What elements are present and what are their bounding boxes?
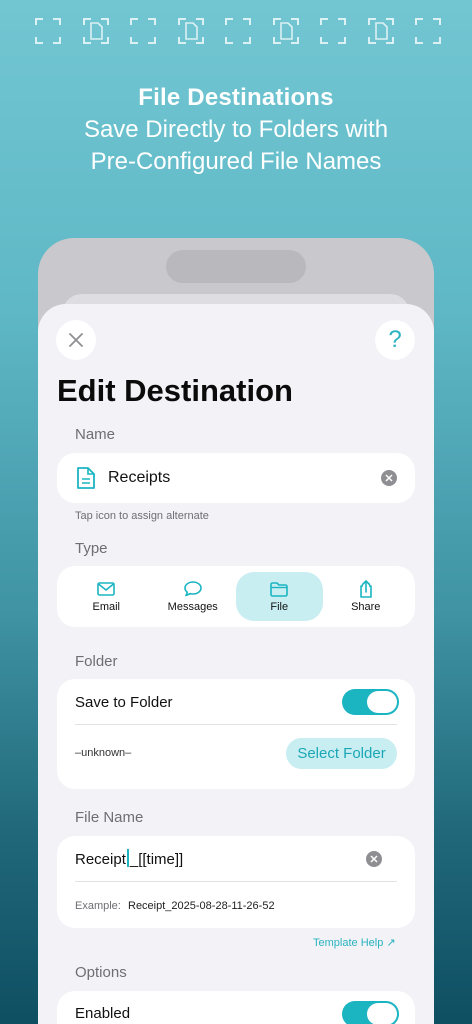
file-name-input[interactable]: Receipt _[[time]]: [75, 849, 183, 868]
example-value: Receipt_2025-08-28-11-26-52: [128, 900, 275, 912]
text-caret: [126, 849, 129, 867]
name-hint: Tap icon to assign alternate: [75, 510, 209, 522]
type-option-file[interactable]: File: [236, 572, 323, 621]
clear-icon: [385, 474, 393, 482]
type-section-label: Type: [75, 540, 108, 557]
save-to-folder-label: Save to Folder: [75, 694, 173, 711]
scan-document-icon: [177, 16, 205, 46]
scan-frame-icon: [224, 16, 252, 46]
options-card: Enabled: [57, 991, 415, 1024]
toggle-knob: [367, 1003, 397, 1024]
toggle-knob: [367, 691, 397, 713]
clear-name-button[interactable]: [381, 470, 397, 486]
template-help-link[interactable]: Template Help ↗: [313, 936, 396, 949]
scan-frame-icon: [129, 16, 157, 46]
share-icon: [359, 580, 372, 598]
scan-frame-icon: [34, 16, 62, 46]
type-option-email[interactable]: Email: [63, 572, 150, 621]
help-button[interactable]: ?: [375, 320, 415, 360]
scan-frame-icon: [319, 16, 347, 46]
scan-document-icon: [367, 16, 395, 46]
type-option-label: File: [270, 601, 289, 613]
hero-title: File Destinations: [138, 84, 334, 111]
name-value[interactable]: Receipts: [108, 469, 381, 487]
file-name-text-before-caret: Receipt: [75, 851, 126, 868]
file-name-text-after-caret: _[[time]]: [129, 851, 184, 868]
save-to-folder-toggle[interactable]: [342, 689, 399, 715]
clear-icon: [370, 855, 378, 863]
file-name-section-label: File Name: [75, 809, 144, 826]
select-folder-button[interactable]: Select Folder: [286, 738, 397, 769]
type-option-label: Share: [351, 601, 381, 613]
type-option-label: Email: [92, 601, 120, 613]
close-icon: [69, 333, 83, 347]
scan-frame-icon: [414, 16, 442, 46]
type-option-messages[interactable]: Messages: [150, 572, 237, 621]
hero-banner: File Destinations Save Directly to Folde…: [0, 82, 472, 178]
document-icon[interactable]: [75, 466, 97, 490]
example-label: Example:: [75, 900, 121, 912]
folder-path-value: –unknown–: [75, 747, 132, 759]
enabled-label: Enabled: [75, 1005, 131, 1022]
type-selector: Email Messages File Share: [57, 566, 415, 627]
clear-file-name-button[interactable]: [366, 851, 382, 867]
message-bubble-icon: [183, 581, 202, 597]
hero-subtitle-line2: Pre-Configured File Names: [90, 148, 382, 175]
options-section-label: Options: [75, 964, 127, 981]
page-title: Edit Destination: [57, 373, 293, 408]
scan-icons-row: [34, 14, 442, 48]
folder-icon: [270, 582, 289, 597]
divider: [75, 881, 397, 882]
name-section-label: Name: [75, 426, 116, 443]
envelope-icon: [97, 582, 116, 596]
divider: [75, 724, 397, 725]
file-name-card: Receipt _[[time]] Example: Receipt_2025-0…: [57, 836, 415, 928]
dynamic-island: [166, 250, 306, 283]
type-option-label: Messages: [167, 601, 218, 613]
close-button[interactable]: [56, 320, 96, 360]
folder-card: Save to Folder –unknown– Select Folder: [57, 679, 415, 789]
scan-document-icon: [272, 16, 300, 46]
enabled-toggle[interactable]: [342, 1001, 399, 1024]
hero-subtitle-line1: Save Directly to Folders with: [83, 116, 389, 143]
name-field[interactable]: Receipts: [57, 453, 415, 503]
folder-section-label: Folder: [75, 653, 118, 670]
type-option-share[interactable]: Share: [323, 572, 410, 621]
scan-document-icon: [82, 16, 110, 46]
help-label: ?: [388, 326, 402, 353]
